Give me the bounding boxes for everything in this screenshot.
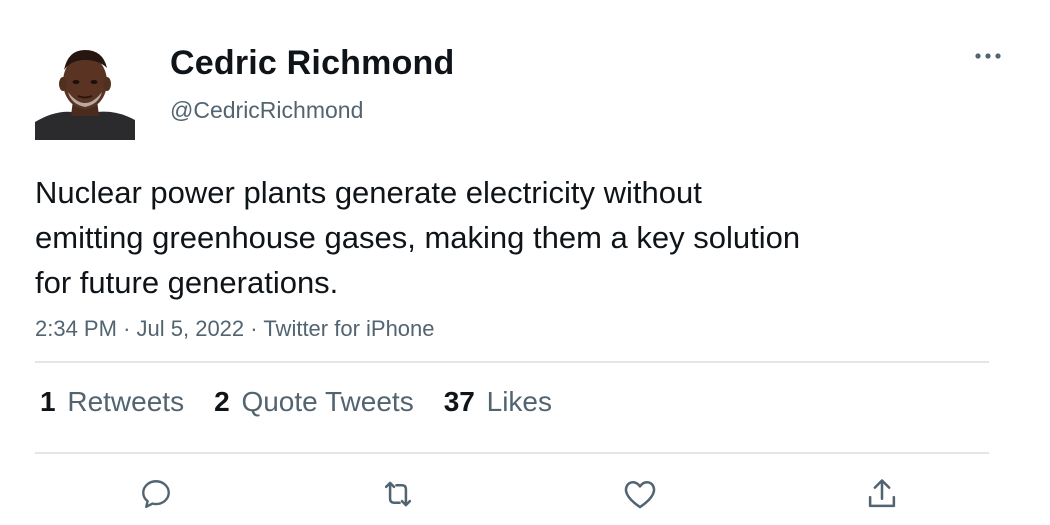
tweet-time[interactable]: 2:34 PM	[35, 316, 117, 341]
retweets-label: Retweets	[67, 386, 185, 417]
reply-icon	[142, 480, 170, 508]
retweets-count: 1	[40, 386, 56, 417]
tweet-metadata: 2:34 PM · Jul 5, 2022 · Twitter for iPho…	[35, 316, 435, 342]
share-icon	[868, 479, 896, 508]
display-name[interactable]: Cedric Richmond	[170, 44, 454, 83]
user-handle[interactable]: @CedricRichmond	[170, 97, 363, 124]
avatar[interactable]	[35, 40, 135, 140]
retweet-button[interactable]	[378, 474, 418, 514]
meta-separator: ·	[250, 316, 258, 341]
like-button[interactable]	[620, 474, 660, 514]
heart-icon	[624, 481, 656, 509]
tweet-source[interactable]: Twitter for iPhone	[263, 316, 434, 341]
tweet-card: Cedric Richmond @CedricRichmond Nuclear …	[0, 0, 1050, 525]
avatar-image	[35, 40, 135, 140]
engagement-stats: 1 Retweets 2 Quote Tweets 37 Likes	[40, 386, 552, 418]
likes-label: Likes	[486, 386, 553, 417]
retweets-stat[interactable]: 1 Retweets	[40, 386, 184, 418]
more-options-button[interactable]	[970, 40, 1006, 72]
share-button[interactable]	[862, 474, 902, 514]
divider	[35, 361, 989, 363]
tweet-date[interactable]: Jul 5, 2022	[137, 316, 245, 341]
likes-stat[interactable]: 37 Likes	[444, 386, 552, 418]
divider	[35, 452, 989, 454]
more-horizontal-icon	[975, 53, 1001, 59]
quote-tweets-stat[interactable]: 2 Quote Tweets	[214, 386, 414, 418]
tweet-text: Nuclear power plants generate electricit…	[35, 175, 801, 300]
likes-count: 37	[443, 386, 475, 417]
retweet-icon	[384, 481, 412, 507]
quote-tweets-label: Quote Tweets	[241, 386, 414, 417]
quote-tweets-count: 2	[214, 386, 230, 417]
reply-button[interactable]	[136, 474, 176, 514]
meta-separator: ·	[123, 316, 131, 341]
